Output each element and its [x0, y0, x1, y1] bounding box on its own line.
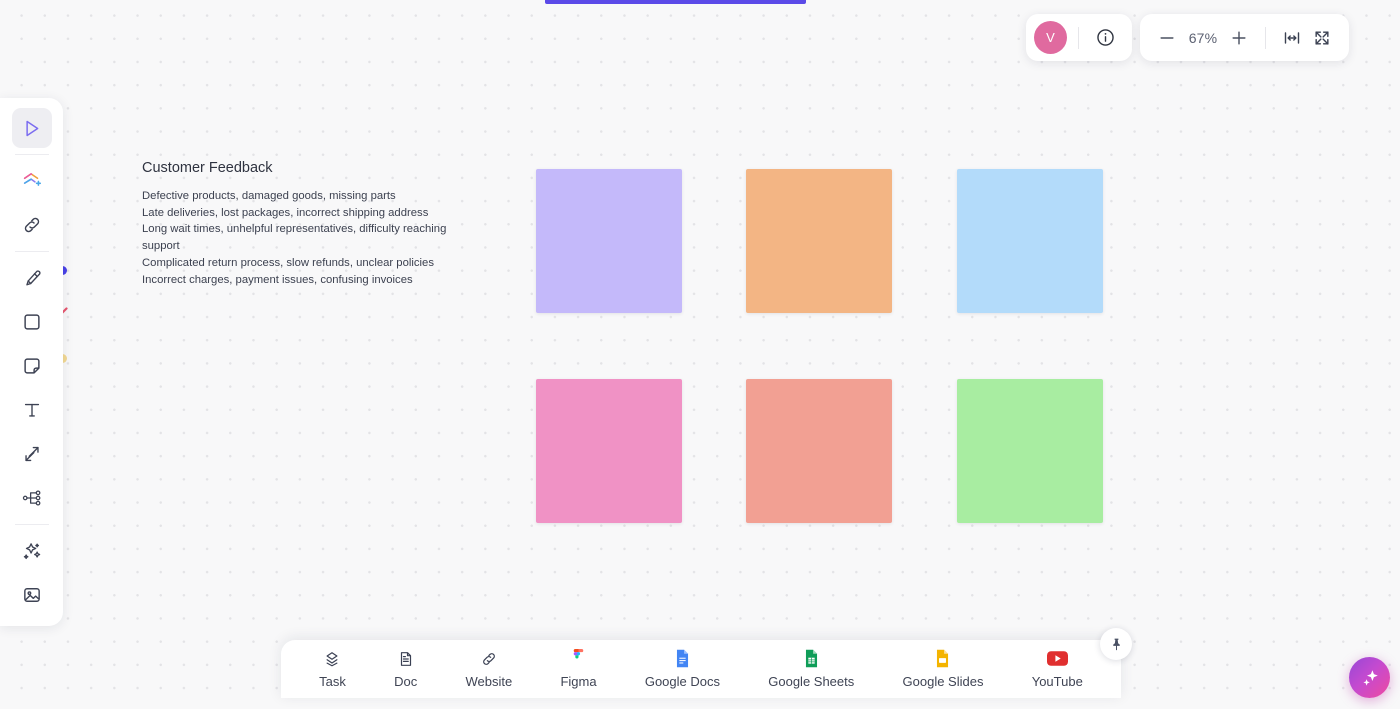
dock-label: Google Sheets	[768, 674, 855, 689]
ai-magic-tool[interactable]	[12, 531, 52, 571]
text-block-line: Defective products, damaged goods, missi…	[142, 190, 396, 202]
toolbar-divider	[14, 251, 49, 252]
toolbar-divider	[14, 154, 49, 155]
image-tool[interactable]	[12, 575, 52, 615]
pill-divider	[1265, 26, 1266, 49]
sticky-note-purple[interactable]	[536, 169, 682, 313]
dock-item-youtube[interactable]: YouTube	[1024, 646, 1091, 692]
task-stack-icon	[323, 649, 341, 668]
sticky-note-tool[interactable]	[12, 346, 52, 386]
text-tool[interactable]	[12, 390, 52, 430]
zoom-level-label[interactable]: 67%	[1182, 30, 1224, 46]
expand-fullscreen-icon[interactable]	[1307, 23, 1337, 53]
dock-label: Google Docs	[644, 674, 720, 689]
ai-assistant-button[interactable]	[1349, 657, 1390, 698]
dock-label: YouTube	[1031, 674, 1083, 689]
dock-label: Figma	[560, 674, 597, 689]
fit-to-width-icon[interactable]	[1277, 23, 1307, 53]
sticky-note-salmon[interactable]	[746, 379, 892, 523]
document-icon	[397, 649, 415, 668]
figma-logo-icon	[572, 649, 585, 668]
sticky-note-orange[interactable]	[746, 169, 892, 313]
text-block-line: Complicated return process, slow refunds…	[142, 256, 434, 269]
dock-label: Website	[465, 674, 513, 689]
link-chain-icon	[480, 649, 498, 668]
text-block-body: Defective products, damaged goods, missi…	[142, 188, 472, 288]
dock-item-google-sheets[interactable]: Google Sheets	[760, 646, 862, 692]
dock-item-figma[interactable]: Figma	[552, 646, 604, 692]
whiteboard-canvas[interactable]	[0, 0, 1400, 709]
layers-tool[interactable]	[12, 161, 52, 201]
top-accent-bar	[545, 0, 806, 4]
toolbar-divider	[14, 524, 49, 525]
google-docs-icon	[675, 649, 690, 668]
dock-item-google-docs[interactable]: Google Docs	[637, 646, 728, 692]
shape-tool[interactable]	[12, 302, 52, 342]
highlighter-tool[interactable]	[12, 258, 52, 298]
user-controls-pill: V	[1026, 14, 1132, 61]
google-slides-icon	[935, 649, 950, 668]
sticky-note-green[interactable]	[957, 379, 1103, 523]
youtube-logo-icon	[1046, 649, 1068, 668]
pill-divider	[1078, 26, 1079, 49]
text-block-line: Incorrect charges, payment issues, confu…	[142, 273, 413, 286]
dock-item-task[interactable]: Task	[311, 646, 354, 692]
dock-item-website[interactable]: Website	[457, 646, 520, 692]
dock-item-doc[interactable]: Doc	[386, 646, 425, 692]
link-tool[interactable]	[12, 205, 52, 245]
zoom-controls-pill: 67%	[1140, 14, 1349, 61]
zoom-in-button[interactable]	[1224, 23, 1254, 53]
google-sheets-icon	[804, 649, 819, 668]
bottom-dock: Task Doc Website Figma Google Docs Googl…	[281, 640, 1121, 698]
dock-label: Doc	[394, 674, 418, 689]
info-circle-icon[interactable]	[1090, 23, 1120, 53]
text-block-line: Long wait times, unhelpful representativ…	[142, 223, 447, 253]
connector-tool[interactable]	[12, 434, 52, 474]
dock-label: Task	[319, 674, 346, 689]
text-block[interactable]: Customer Feedback Defective products, da…	[142, 160, 472, 288]
mindmap-tool[interactable]	[12, 478, 52, 518]
avatar[interactable]: V	[1034, 21, 1067, 54]
zoom-out-button[interactable]	[1152, 23, 1182, 53]
dock-item-google-slides[interactable]: Google Slides	[895, 646, 992, 692]
dock-label: Google Slides	[902, 674, 984, 689]
sticky-note-pink[interactable]	[536, 379, 682, 523]
text-block-line: Late deliveries, lost packages, incorrec…	[142, 206, 429, 219]
left-toolbar	[0, 98, 63, 626]
sticky-note-blue[interactable]	[957, 169, 1103, 313]
select-tool[interactable]	[11, 108, 52, 148]
pushpin-icon[interactable]	[1100, 628, 1132, 660]
text-block-title: Customer Feedback	[142, 160, 273, 176]
